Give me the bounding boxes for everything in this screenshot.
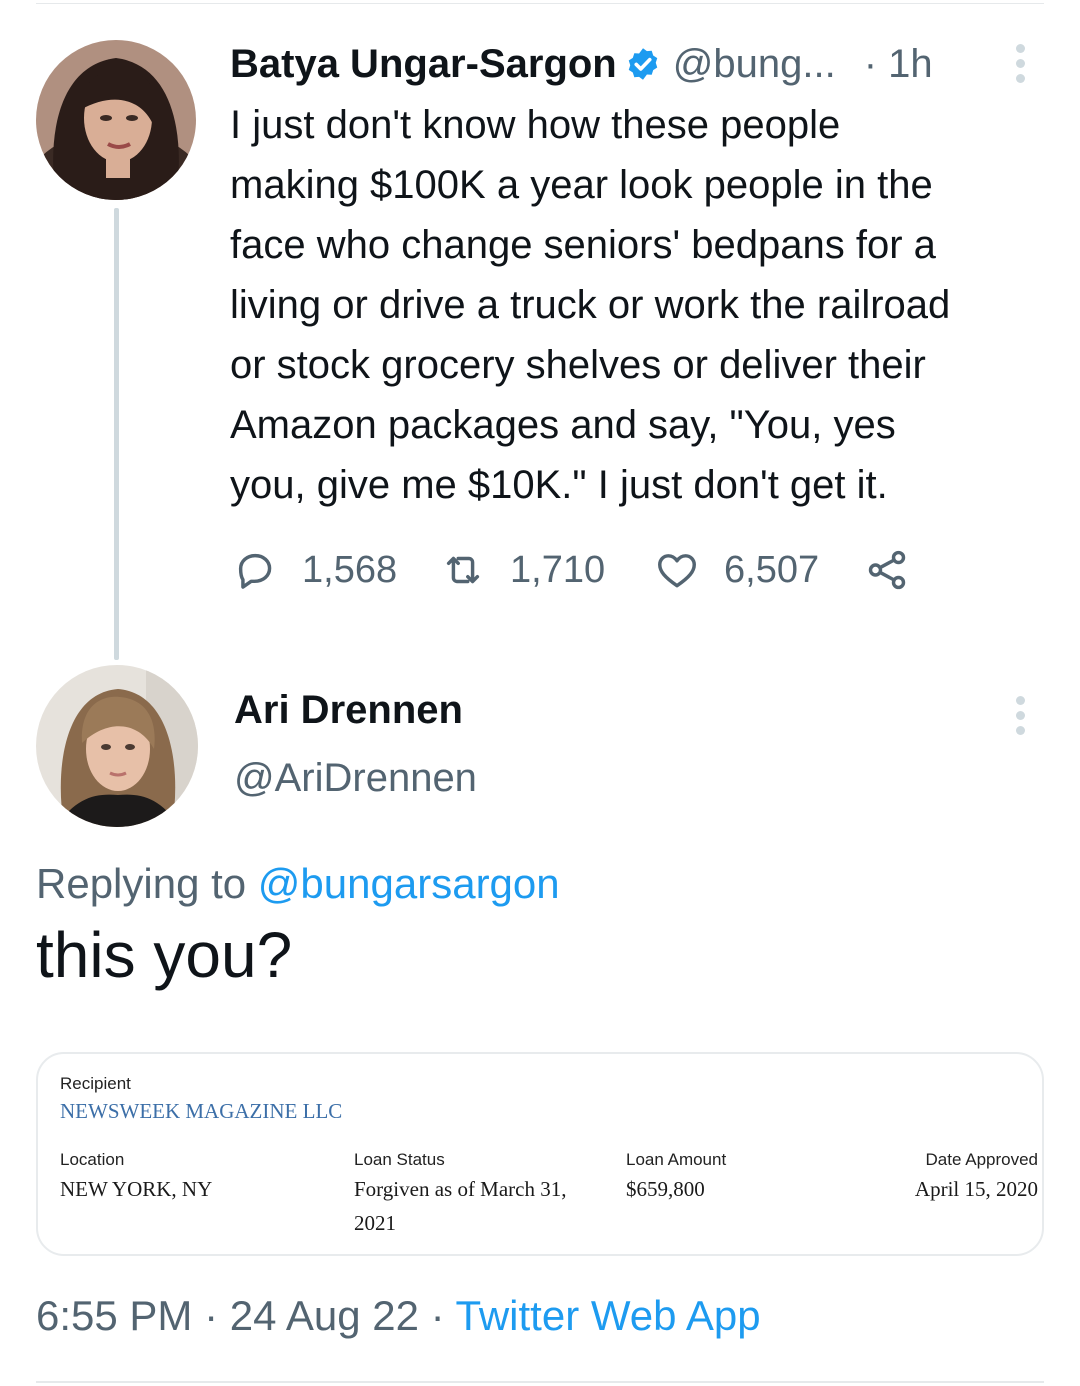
parent-tweet[interactable]: Batya Ungar-Sargon @bung... · 1h I just … xyxy=(0,0,1080,660)
tweet-header: Batya Ungar-Sargon @bung... · 1h xyxy=(230,38,933,90)
tweet-timestamp-footer: 6:55 PM · 24 Aug 22 · Twitter Web App xyxy=(36,1292,761,1340)
replying-prefix: Replying to xyxy=(36,860,258,907)
avatar[interactable] xyxy=(36,665,198,827)
author-name[interactable]: Batya Ungar-Sargon xyxy=(230,42,617,87)
retweet-count: 1,710 xyxy=(510,548,606,591)
date-approved-value: April 15, 2020 xyxy=(914,1177,1038,1201)
loan-status-label: Loan Status xyxy=(354,1150,445,1169)
avatar[interactable] xyxy=(36,40,196,200)
loan-amount-value: $659,800 xyxy=(626,1177,705,1201)
share-button[interactable] xyxy=(864,540,910,600)
more-vertical-icon[interactable] xyxy=(1013,44,1027,89)
date-approved-label: Date Approved xyxy=(925,1150,1038,1169)
embedded-loan-card[interactable]: Recipient NEWSWEEK MAGAZINE LLC Location… xyxy=(36,1052,1044,1256)
share-icon xyxy=(868,550,906,590)
tweet-text: I just don't know how these people makin… xyxy=(230,103,951,507)
reply-bubble-icon xyxy=(238,553,272,589)
location-value: NEW YORK, NY xyxy=(60,1177,213,1201)
replying-to-line: Replying to @bungarsargon xyxy=(36,860,560,908)
author-handle[interactable]: @bung... xyxy=(673,42,836,87)
avatar-photo-ari xyxy=(36,665,198,827)
footer-date[interactable]: 24 Aug 22 xyxy=(230,1292,419,1339)
reply-author-name[interactable]: Ari Drennen xyxy=(234,688,463,733)
tweet-actions: 1,568 1,710 6,507 xyxy=(230,540,930,600)
like-button[interactable]: 6,507 xyxy=(654,540,819,600)
retweet-icon xyxy=(446,556,480,584)
recipient-value[interactable]: NEWSWEEK MAGAZINE LLC xyxy=(60,1094,342,1128)
loan-amount-label: Loan Amount xyxy=(626,1150,727,1169)
verified-badge-icon xyxy=(625,46,661,82)
footer-time[interactable]: 6:55 PM xyxy=(36,1292,192,1339)
source-app-link[interactable]: Twitter Web App xyxy=(456,1292,761,1339)
retweet-button[interactable]: 1,710 xyxy=(440,540,605,600)
footer-separator: · xyxy=(418,1292,456,1339)
reply-author-handle[interactable]: @AriDrennen xyxy=(234,756,477,801)
like-count: 6,507 xyxy=(724,548,820,591)
reply-count: 1,568 xyxy=(302,548,398,591)
loan-status-value-continued: 2021 xyxy=(354,1211,396,1235)
more-vertical-icon[interactable] xyxy=(1013,696,1027,741)
footer-separator: · xyxy=(192,1292,230,1339)
thread-connector-line xyxy=(114,208,119,660)
replying-to-link[interactable]: @bungarsargon xyxy=(258,860,560,907)
heart-icon xyxy=(658,554,696,588)
location-label: Location xyxy=(60,1150,125,1169)
recipient-label: Recipient xyxy=(60,1074,131,1093)
avatar-photo-batya xyxy=(36,40,196,200)
loan-status-value: Forgiven as of March 31, xyxy=(354,1177,567,1201)
tweet-time[interactable]: · 1h xyxy=(864,42,933,87)
reply-text: this you? xyxy=(36,919,293,991)
reply-button[interactable]: 1,568 xyxy=(232,540,397,600)
bottom-divider xyxy=(36,1381,1044,1383)
